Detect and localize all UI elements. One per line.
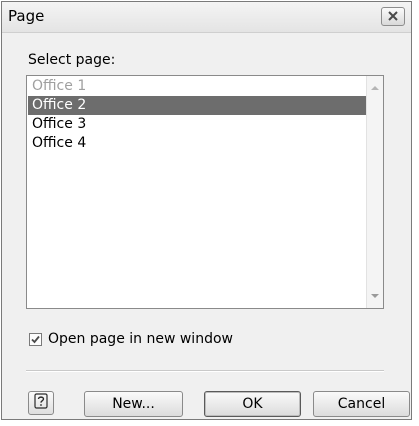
new-button[interactable]: New... — [84, 391, 183, 417]
open-in-new-window-checkbox[interactable] — [29, 332, 42, 346]
checkmark-icon — [31, 335, 40, 343]
vertical-scrollbar[interactable] — [366, 76, 383, 308]
page-listbox[interactable]: Office 1 Office 2 Office 3 Office 4 — [26, 75, 384, 309]
help-icon — [34, 393, 48, 413]
close-icon — [388, 9, 398, 25]
scroll-down-arrow-icon[interactable] — [371, 294, 379, 298]
cancel-button[interactable]: Cancel — [313, 391, 410, 417]
list-item-office-1[interactable]: Office 1 — [28, 77, 366, 96]
list-item-office-2[interactable]: Office 2 — [28, 96, 366, 115]
scroll-up-arrow-icon[interactable] — [371, 86, 379, 90]
close-button[interactable] — [381, 7, 405, 26]
list-item-office-4[interactable]: Office 4 — [28, 134, 366, 153]
open-in-new-window-option[interactable]: Open page in new window — [29, 331, 233, 347]
ok-button[interactable]: OK — [204, 391, 301, 417]
title-bar: Page — [2, 2, 411, 33]
dialog-title: Page — [8, 7, 45, 25]
help-button[interactable] — [28, 391, 54, 415]
page-list: Office 1 Office 2 Office 3 Office 4 — [28, 77, 366, 153]
select-page-label: Select page: — [28, 52, 116, 68]
list-item-office-3[interactable]: Office 3 — [28, 115, 366, 134]
page-dialog: Page Select page: Office 1 Office 2 Offi… — [1, 1, 412, 420]
open-in-new-window-label: Open page in new window — [48, 331, 233, 347]
separator — [26, 370, 384, 372]
